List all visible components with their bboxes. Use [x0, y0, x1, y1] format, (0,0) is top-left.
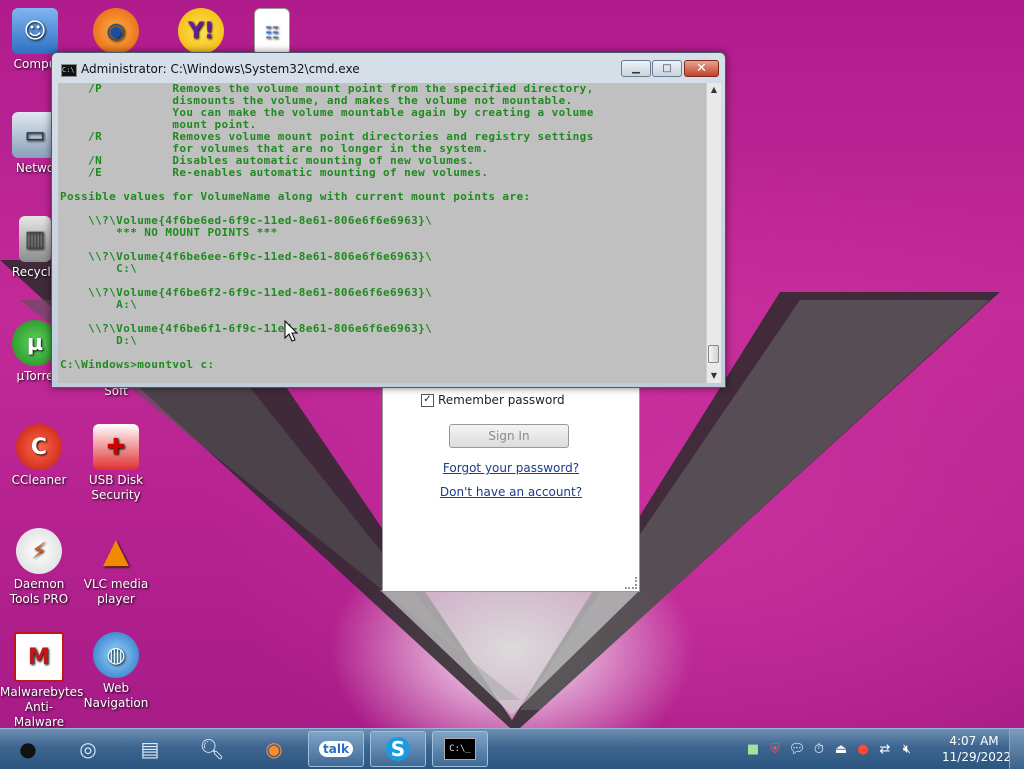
console-text: /P Removes the volume mount point from t…: [60, 83, 594, 347]
taskbar: ● ◎ ▤ 🔍︎ ◉ talk S C:\_ ■ ⛨ 💬︎ ⏱︎ ⏏ ● ⇄ 🔇…: [0, 728, 1024, 769]
command-prompt[interactable]: C:\Windows>mountvol c:: [58, 359, 706, 371]
vlc-icon: ▲: [102, 530, 130, 571]
volume-muted-icon[interactable]: 🔇︎: [898, 740, 916, 758]
desktop-icon-malwarebytes[interactable]: M Malwarebytes Anti-Malware: [0, 632, 83, 730]
yahoo-messenger-icon: Y!: [178, 8, 224, 54]
resize-grip[interactable]: [625, 577, 637, 589]
scroll-thumb[interactable]: [708, 345, 719, 363]
clock-time: 4:07 AM: [949, 734, 999, 748]
login-window: ✓ Remember password Sign In Forgot your …: [382, 380, 640, 592]
console-output[interactable]: /P Removes the volume mount point from t…: [58, 83, 706, 383]
cmd-titlebar[interactable]: C:\ Administrator: C:\Windows\System32\c…: [52, 53, 725, 83]
taskbar-clock[interactable]: 4:07 AM 11/29/2022: [942, 733, 1012, 765]
close-button[interactable]: ✕: [684, 60, 719, 77]
google-talk-icon[interactable]: talk: [308, 731, 364, 767]
firefox-taskbar-icon[interactable]: ◉: [246, 731, 302, 767]
safari-icon[interactable]: ◎: [60, 731, 116, 767]
recycle-bin-icon: ▥: [19, 216, 51, 262]
stopwatch-icon[interactable]: ⏱︎: [810, 740, 828, 758]
document-icon: ☷: [254, 8, 290, 56]
desktop-icon-ccleaner[interactable]: C CCleaner: [0, 424, 78, 488]
malwarebytes-icon: M: [14, 632, 64, 682]
clock-date: 11/29/2022: [942, 750, 1012, 764]
scroll-up-arrow-icon[interactable]: ▲: [707, 83, 721, 97]
sign-in-button[interactable]: Sign In: [449, 424, 569, 448]
desktop-icon-usb-disk-security[interactable]: ✚ USB Disk Security: [77, 424, 155, 503]
remember-password-label: Remember password: [438, 393, 565, 407]
daemon-tools-icon: ⚡: [16, 528, 62, 574]
cmd-window-icon[interactable]: C:\: [61, 64, 77, 77]
desktop-icon-web-navigation[interactable]: ◍ Web Navigation: [77, 632, 155, 711]
scroll-down-arrow-icon[interactable]: ▼: [707, 369, 721, 383]
desktop-icon-vlc[interactable]: ▲ VLC media player: [77, 528, 155, 607]
show-desktop-button[interactable]: [1009, 729, 1024, 769]
mouse-cursor-icon: [284, 320, 298, 342]
create-account-link[interactable]: Don't have an account?: [383, 485, 639, 499]
forgot-password-link[interactable]: Forgot your password?: [383, 461, 639, 475]
minimize-button[interactable]: ▁: [621, 60, 651, 77]
cmd-window-title: Administrator: C:\Windows\System32\cmd.e…: [81, 62, 360, 76]
skype-icon[interactable]: S: [370, 731, 426, 767]
remember-password-checkbox[interactable]: ✓: [421, 393, 434, 407]
chat-bubble-icon[interactable]: 💬︎: [788, 740, 806, 758]
ccleaner-icon: C: [16, 424, 62, 470]
finder-icon: ☺: [12, 8, 58, 54]
desktop-icon-firefox[interactable]: ◉: [77, 8, 155, 57]
maximize-button[interactable]: □: [652, 60, 682, 77]
console-scrollbar[interactable]: ▲ ▼: [706, 83, 721, 383]
remember-password-option[interactable]: ✓ Remember password: [421, 393, 565, 407]
warning-icon[interactable]: ●: [854, 740, 872, 758]
usb-disk-security-icon: ✚: [93, 424, 139, 470]
apple-menu-icon[interactable]: ●: [0, 731, 56, 767]
shield-icon[interactable]: ⛨: [766, 740, 784, 758]
cmd-taskbar-button[interactable]: C:\_: [432, 731, 488, 767]
firefox-icon: ◉: [93, 8, 139, 54]
system-tray: ■ ⛨ 💬︎ ⏱︎ ⏏ ● ⇄ 🔇︎: [744, 729, 916, 769]
tray-app-icon[interactable]: ■: [744, 740, 762, 758]
network-status-icon[interactable]: ⇄: [876, 740, 894, 758]
search-icon[interactable]: 🔍︎: [184, 731, 240, 767]
eject-icon[interactable]: ⏏: [832, 740, 850, 758]
desktop-icon-yahoo[interactable]: Y!: [162, 8, 240, 57]
web-navigation-icon: ◍: [93, 632, 139, 678]
desktop-icon-daemon-tools[interactable]: ⚡ Daemon Tools PRO: [0, 528, 78, 607]
file-manager-icon[interactable]: ▤: [122, 731, 178, 767]
cmd-window: C:\ Administrator: C:\Windows\System32\c…: [51, 52, 726, 388]
